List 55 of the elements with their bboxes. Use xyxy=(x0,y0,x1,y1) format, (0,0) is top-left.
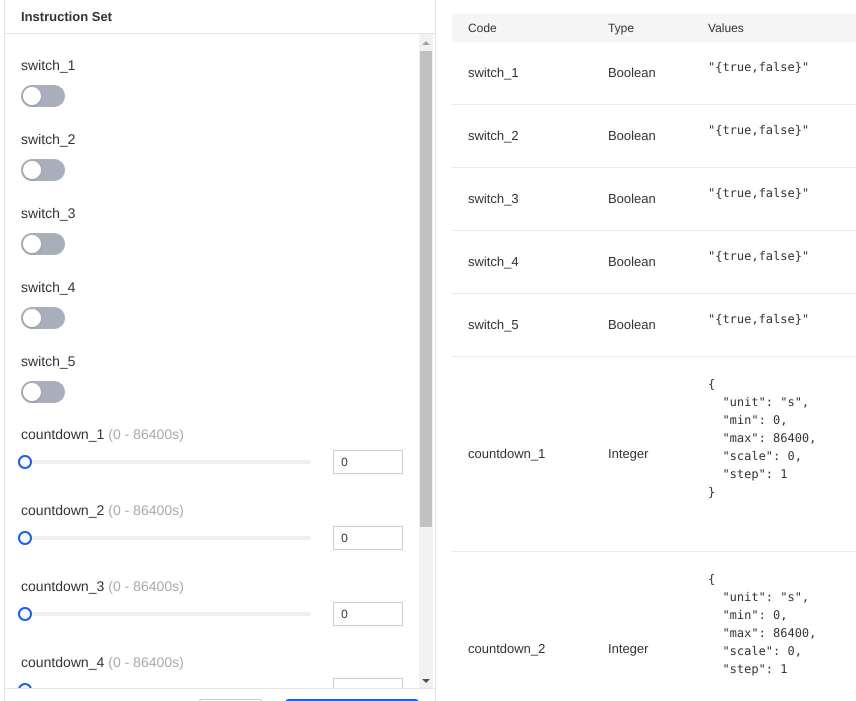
table-cell-text: Boolean xyxy=(608,64,656,82)
slider-thumb[interactable] xyxy=(18,531,32,545)
slider-thumb[interactable] xyxy=(18,607,32,621)
toggle-switch[interactable] xyxy=(21,233,65,255)
switch-label: switch_1 xyxy=(21,56,76,74)
number-field[interactable]: 0 xyxy=(333,450,403,474)
slider-thumb[interactable] xyxy=(18,455,32,469)
slider-label: countdown_2 xyxy=(21,501,104,519)
slider-label: countdown_3 xyxy=(21,577,104,595)
values-code: { "unit": "s", "min": 0, "max": 86400, "scale": 0, "step": 1 } xyxy=(708,376,816,501)
switch-label: switch_3 xyxy=(21,204,76,222)
range-hint: (0 - 86400s) xyxy=(108,425,184,443)
toggle-switch[interactable] xyxy=(21,159,65,181)
table-cell-text: Integer xyxy=(608,640,648,658)
values-code: "{true,false}" xyxy=(708,59,810,76)
scrollbar[interactable] xyxy=(419,34,433,688)
values-code: "{true,false}" xyxy=(708,248,810,265)
range-hint: (0 - 86400s) xyxy=(108,653,184,671)
table-cell-text: Boolean xyxy=(608,253,656,272)
table-cell-text: switch_5 xyxy=(468,316,519,334)
table-cell-text: Boolean xyxy=(608,316,656,334)
range-hint: (0 - 86400s) xyxy=(108,577,184,595)
values-code: { "unit": "s", "min": 0, "max": 86400, "scale": 0, "step": 1 xyxy=(708,571,816,678)
slider-label: countdown_1 xyxy=(21,425,104,443)
values-code: "{true,false}" xyxy=(708,185,810,202)
switch-label: switch_5 xyxy=(21,352,76,370)
toggle-switch[interactable] xyxy=(21,381,65,403)
toggle-switch[interactable] xyxy=(21,307,65,329)
table-cell-text: Boolean xyxy=(608,190,656,208)
table-cell-text: switch_3 xyxy=(468,190,519,208)
table-cell-text: switch_4 xyxy=(468,253,519,272)
table-cell-text: countdown_1 xyxy=(468,445,546,464)
table-cell-text: switch_1 xyxy=(468,64,519,82)
values-code: "{true,false}" xyxy=(708,122,810,139)
column-header: Values xyxy=(708,20,744,37)
column-header: Code xyxy=(468,20,498,37)
scroll-up-icon[interactable] xyxy=(422,40,430,46)
switch-label: switch_4 xyxy=(21,278,76,296)
panel-title: Instruction Set xyxy=(21,8,112,26)
slider-label: countdown_4 xyxy=(21,653,104,671)
slider[interactable] xyxy=(18,531,312,545)
toggle-switch[interactable] xyxy=(21,85,65,107)
column-header: Type xyxy=(608,20,636,37)
values-code: "{true,false}" xyxy=(708,311,810,328)
slider[interactable] xyxy=(18,607,312,621)
table-cell-text: switch_2 xyxy=(468,127,519,146)
table-cell-text: countdown_2 xyxy=(468,640,546,658)
number-field[interactable]: 0 xyxy=(333,526,403,550)
slider[interactable] xyxy=(18,455,312,469)
number-field[interactable]: 0 xyxy=(333,602,403,626)
table-cell-text: Boolean xyxy=(608,127,656,146)
switch-label: switch_2 xyxy=(21,130,76,148)
scroll-down-icon[interactable] xyxy=(422,678,430,684)
range-hint: (0 - 86400s) xyxy=(108,501,184,519)
table-cell-text: Integer xyxy=(608,445,648,464)
